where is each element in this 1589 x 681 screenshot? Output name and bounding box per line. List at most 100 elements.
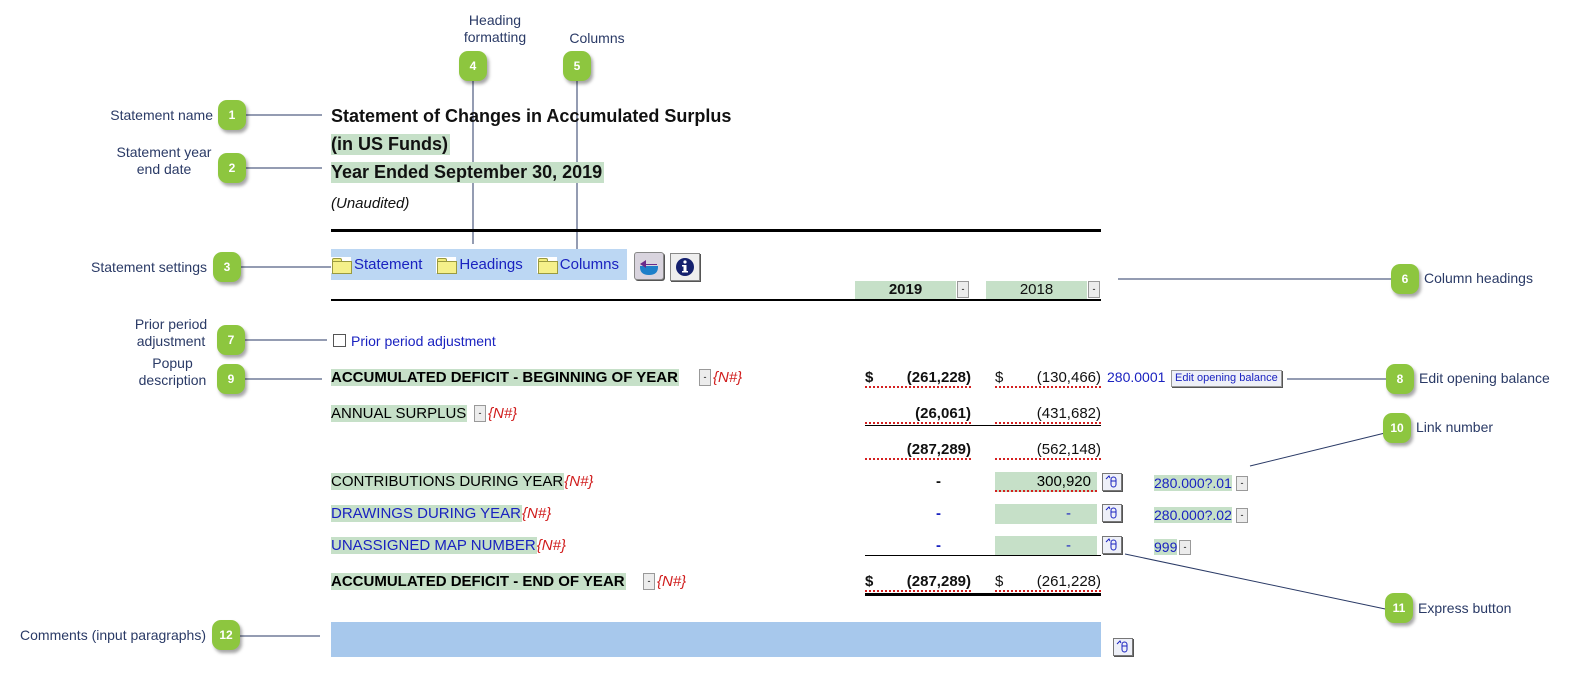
connector-11: [1124, 553, 1391, 611]
row-beginning-tag[interactable]: {N#}: [713, 369, 742, 386]
folder-icon: [331, 256, 352, 274]
callout-badge-11: 11: [1385, 593, 1413, 623]
row-subtotal-2018-value: (562,148): [995, 440, 1101, 460]
toolbar-headings-label: Headings: [459, 256, 523, 273]
callout-label-edit-opening-balance: Edit opening balance: [1419, 370, 1550, 386]
row-drawings-express-button[interactable]: [1102, 504, 1122, 522]
callout-badge-8: 8: [1386, 364, 1414, 394]
row-drawings-tag[interactable]: {N#}: [522, 505, 551, 522]
row-beginning-link-number[interactable]: 280.0001: [1107, 368, 1165, 386]
comments-input[interactable]: [331, 622, 1101, 657]
double-rule: [865, 593, 1101, 596]
row-end-tag[interactable]: {N#}: [657, 573, 686, 590]
row-contributions-2019-value: -: [936, 473, 941, 490]
row-drawings-2019-value: -: [936, 505, 941, 522]
toolbar-statement-label: Statement: [354, 256, 423, 273]
row-unassigned-link-dropdown[interactable]: -: [1179, 540, 1191, 555]
row-end-dropdown[interactable]: -: [643, 573, 655, 590]
column-heading-2019[interactable]: 2019: [855, 281, 956, 299]
row-unassigned-tag[interactable]: {N#}: [537, 537, 566, 554]
row-beginning-2018-value: (130,466): [995, 368, 1101, 388]
row-contributions-link-dropdown[interactable]: -: [1236, 476, 1248, 491]
column-2019-dropdown[interactable]: -: [957, 281, 969, 298]
callout-badge-2: 2: [218, 153, 246, 183]
row-beginning-of-year[interactable]: ACCUMULATED DEFICIT - BEGINNING OF YEAR: [331, 367, 679, 389]
info-button[interactable]: [670, 253, 700, 281]
callout-label-express-button: Express button: [1418, 600, 1512, 616]
row-contributions-express-button[interactable]: [1102, 473, 1122, 491]
total-rule: [865, 555, 1101, 556]
column-heading-divider: [331, 299, 1101, 301]
callout-badge-3: 3: [213, 252, 241, 282]
mouse-icon: [1105, 538, 1117, 551]
row-contributions-label: CONTRIBUTIONS DURING YEAR: [331, 473, 565, 490]
row-unassigned-link-number[interactable]: 999: [1154, 538, 1178, 556]
row-contributions-tag[interactable]: {N#}: [564, 473, 593, 490]
row-annual-surplus[interactable]: ANNUAL SURPLUS: [331, 403, 468, 425]
row-unassigned[interactable]: UNASSIGNED MAP NUMBER{N#}: [331, 535, 566, 557]
row-annual-surplus-2018-value: (431,682): [995, 404, 1101, 424]
row-beginning-dropdown[interactable]: -: [699, 369, 711, 386]
row-annual-surplus-2019-value: (26,061): [865, 404, 971, 424]
callout-label-statement-settings: Statement settings: [91, 259, 207, 275]
mouse-icon: [1116, 640, 1128, 653]
callout-badge-10: 10: [1383, 413, 1411, 443]
toolbar-columns[interactable]: Columns: [536, 256, 619, 274]
row-drawings-link-dropdown[interactable]: -: [1236, 508, 1248, 523]
comments-express-button[interactable]: [1113, 638, 1133, 656]
prior-period-label[interactable]: Prior period adjustment: [351, 333, 496, 349]
callout-badge-1: 1: [218, 100, 246, 130]
row-drawings-link-number[interactable]: 280.000?.02: [1154, 506, 1232, 524]
statement-status: (Unaudited): [331, 195, 410, 212]
row-subtotal-2019-value: (287,289): [865, 440, 971, 460]
column-heading-2018[interactable]: 2018: [986, 281, 1087, 299]
toolbar-statement[interactable]: Statement: [331, 256, 423, 274]
callout-badge-6: 6: [1391, 264, 1419, 294]
row-end-of-year[interactable]: ACCUMULATED DEFICIT - END OF YEAR: [331, 571, 626, 593]
statement-settings-toolbar: Statement Headings Columns: [331, 249, 627, 280]
row-end-2019-value: (287,289): [865, 572, 971, 592]
callout-label-columns: Columns: [569, 30, 625, 46]
toolbar-headings[interactable]: Headings: [436, 256, 523, 274]
edit-opening-balance-button[interactable]: Edit opening balance: [1171, 370, 1282, 387]
row-contributions-2018-input[interactable]: 300,920: [995, 472, 1097, 492]
row-annual-surplus-tag[interactable]: {N#}: [488, 405, 517, 422]
toolbar-columns-label: Columns: [559, 256, 619, 273]
callout-label-comments: Comments (input paragraphs): [20, 627, 206, 643]
row-beginning-2019-value: (261,228): [865, 368, 971, 388]
callout-badge-9: 9: [217, 364, 245, 394]
statement-currency[interactable]: (in US Funds): [331, 134, 450, 155]
row-drawings-2018-input[interactable]: -: [995, 504, 1097, 524]
prior-period-checkbox[interactable]: [333, 334, 346, 347]
column-2018-dropdown[interactable]: -: [1088, 281, 1100, 298]
callout-badge-12: 12: [212, 620, 240, 650]
row-contributions-link-number[interactable]: 280.000?.01: [1154, 474, 1232, 492]
callout-label-popup-description: Popup description: [138, 355, 207, 388]
statement-name[interactable]: Statement of Changes in Accumulated Surp…: [331, 106, 731, 127]
callout-label-statement-year-end: Statement year end date: [116, 144, 212, 177]
refresh-icon: [640, 260, 658, 275]
row-drawings[interactable]: DRAWINGS DURING YEAR{N#}: [331, 503, 551, 525]
callout-label-column-headings: Column headings: [1424, 270, 1533, 286]
refresh-button[interactable]: [634, 252, 664, 280]
connector-10: [1249, 432, 1386, 467]
callout-label-link-number: Link number: [1416, 419, 1494, 435]
row-unassigned-2018-input[interactable]: -: [995, 536, 1097, 556]
row-unassigned-express-button[interactable]: [1102, 536, 1122, 554]
row-annual-surplus-dropdown[interactable]: -: [474, 405, 486, 422]
row-contributions-link-value: 280.000?.01: [1154, 475, 1232, 491]
folder-icon: [536, 256, 558, 274]
row-contributions[interactable]: CONTRIBUTIONS DURING YEAR{N#}: [331, 471, 593, 493]
callout-badge-5: 5: [563, 51, 591, 81]
row-unassigned-link-value: 999: [1154, 539, 1178, 555]
callout-badge-4: 4: [459, 51, 487, 81]
row-unassigned-2019-value: -: [936, 537, 941, 554]
row-end-label: ACCUMULATED DEFICIT - END OF YEAR: [331, 573, 626, 590]
row-drawings-link-value: 280.000?.02: [1154, 507, 1232, 523]
row-drawings-label: DRAWINGS DURING YEAR: [331, 505, 523, 522]
callout-badge-7: 7: [217, 325, 245, 355]
row-beginning-label: ACCUMULATED DEFICIT - BEGINNING OF YEAR: [331, 369, 679, 386]
statement-year-end[interactable]: Year Ended September 30, 2019: [331, 162, 605, 183]
callout-label-heading-formatting: Heading formatting: [463, 12, 527, 45]
info-icon: [676, 258, 694, 276]
